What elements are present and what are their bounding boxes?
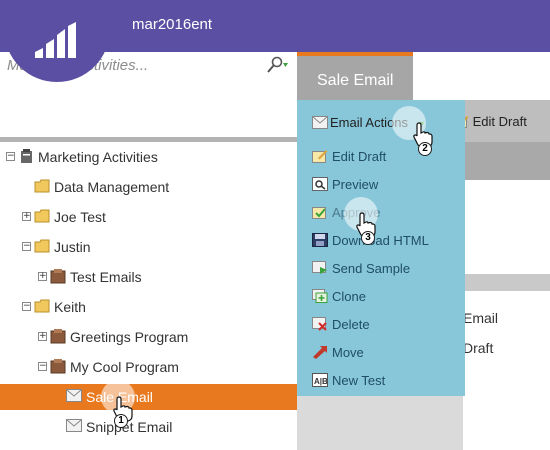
collapse-toggle[interactable]: − [38,362,47,371]
content-panel [463,180,550,274]
marketing-activities-icon [21,149,32,163]
tree-label: My Cool Program [70,359,179,375]
tab-label: Sale Email [317,72,394,89]
send-sample-icon [312,261,327,274]
program-icon [50,329,66,344]
tree-item-keith[interactable]: − Keith [0,294,297,320]
logo-bars-icon [35,22,76,58]
download-icon [312,233,328,247]
step-badge-2: 2 [418,142,432,156]
menu-item-label: Clone [332,289,366,304]
menu-item-label: Send Sample [332,261,411,276]
collapse-toggle[interactable]: − [6,152,15,161]
tree-item-greetings-program[interactable]: + Greetings Program [0,324,297,350]
email-icon [66,389,82,402]
background-text-email: Email [463,310,499,326]
step-badge-1: 1 [114,414,128,428]
email-actions-icon [312,116,328,129]
tree-label: Keith [54,299,86,315]
tree-item-joe-test[interactable]: + Joe Test [0,204,297,230]
delete-icon [312,317,327,331]
menu-item-approve[interactable]: Approve [312,202,462,224]
tree-item-justin[interactable]: − Justin [0,234,297,260]
menu-item-edit-draft[interactable]: Edit Draft [312,146,462,168]
tree-item-sale-email[interactable]: Sale Email [0,384,297,410]
section-divider [463,274,550,291]
program-icon [50,359,66,374]
menu-item-label: Delete [332,317,370,332]
email-icon [66,419,82,432]
tree-label: Test Emails [70,269,142,285]
background-text-draft: Draft [463,340,494,356]
tree-label: Justin [54,239,91,255]
instance-name: mar2016ent [132,16,213,33]
tab-sale-email[interactable]: Sale Email [297,52,413,100]
tree-label: Data Management [54,179,170,195]
tree-label: Joe Test [54,209,106,225]
menu-item-delete[interactable]: Delete [312,314,462,336]
tree-label: Marketing Activities [38,149,158,165]
folder-icon [34,299,50,313]
menu-item-move[interactable]: Move [312,342,462,364]
menu-item-label: New Test [332,373,386,388]
filter-icon[interactable] [264,55,290,75]
menu-item-new-test[interactable]: A|B New Test [312,370,462,392]
menu-item-label: Move [332,345,364,360]
collapse-toggle[interactable]: − [22,302,31,311]
step-badge-3: 3 [361,231,375,245]
section-band [463,142,550,180]
menu-item-label: Preview [332,177,379,192]
menu-item-download-html[interactable]: Download HTML [312,230,462,252]
menu-item-send-sample[interactable]: Send Sample [312,258,462,280]
menu-item-label: Download HTML [332,233,429,248]
new-test-icon: A|B [312,373,328,387]
edit-draft-icon [312,150,328,163]
tree-root[interactable]: − Marketing Activities [0,144,297,170]
tree-item-snippet-email[interactable]: Snippet Email [0,414,297,440]
folder-icon [34,209,50,223]
folder-icon [34,179,50,193]
search-divider [0,137,297,142]
menu-item-label: Edit Draft [332,149,387,164]
expand-toggle[interactable]: + [22,212,31,221]
tree-label: Greetings Program [70,329,189,345]
menu-item-preview[interactable]: Preview [312,174,462,196]
tree-item-test-emails[interactable]: + Test Emails [0,264,297,290]
tree-item-data-management[interactable]: Data Management [0,174,297,200]
preview-icon [312,177,328,191]
expand-toggle[interactable]: + [38,272,47,281]
clone-icon [312,289,328,303]
collapse-toggle[interactable]: − [22,242,31,251]
folder-icon [34,239,50,253]
program-icon [50,269,66,284]
tree-item-my-cool-program[interactable]: − My Cool Program [0,354,297,380]
expand-toggle[interactable]: + [38,332,47,341]
svg-text:A|B: A|B [314,377,328,386]
move-icon [313,346,327,359]
menu-item-clone[interactable]: Clone [312,286,462,308]
edit-draft-label: Edit Draft [472,114,527,129]
approve-icon [312,207,326,219]
